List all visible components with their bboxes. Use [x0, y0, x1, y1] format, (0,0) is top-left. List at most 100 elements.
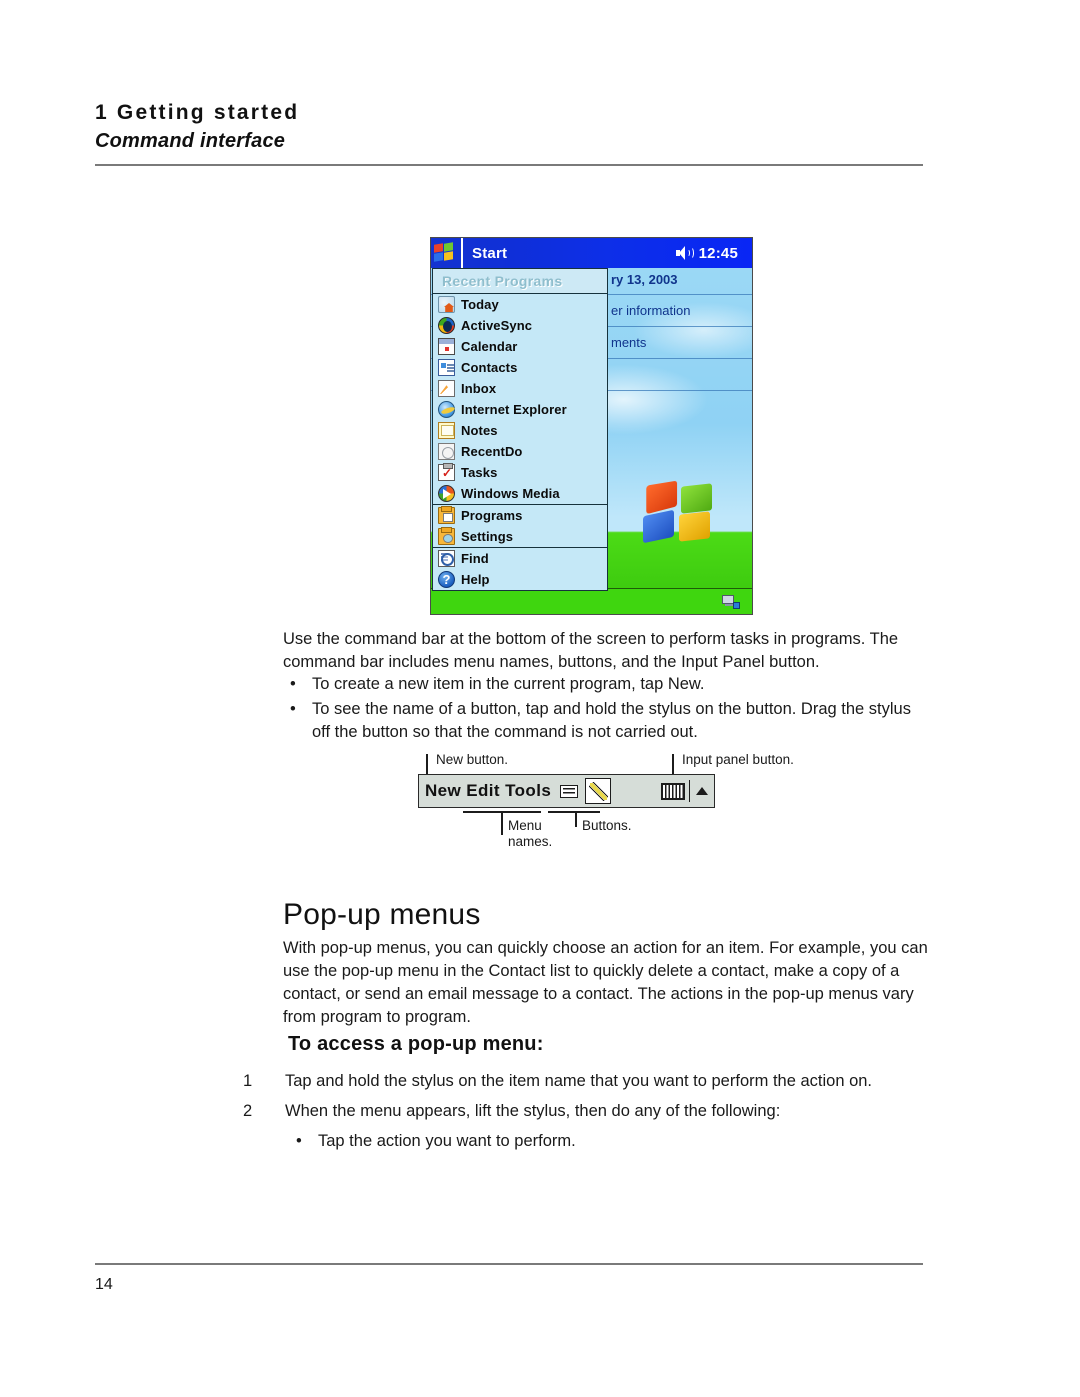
leader-line-buttons: [575, 811, 577, 827]
start-menu-item-notes[interactable]: Notes: [433, 420, 607, 441]
start-menu-item-windows-media[interactable]: Windows Media: [433, 483, 607, 504]
contacts-icon: [438, 359, 455, 376]
command-bar-menu-names[interactable]: New Edit Tools: [425, 781, 551, 801]
today-appointments-text: ments: [611, 335, 647, 350]
pda-taskbar: [431, 588, 752, 614]
start-menu-item-label: Notes: [461, 423, 498, 438]
recentdo-icon: [438, 443, 455, 460]
step-number: 1: [243, 1072, 253, 1090]
speaker-icon[interactable]: [675, 246, 694, 260]
command-bar-right-group: [660, 780, 715, 802]
page-number: 14: [95, 1276, 113, 1293]
command-bar-figure: New button. Input panel button. New Edit…: [415, 748, 794, 866]
bullet-marker: •: [296, 1132, 302, 1150]
start-menu-item-inbox[interactable]: Inbox: [433, 378, 607, 399]
pda-titlebar: Start 12:45: [431, 238, 752, 268]
chevron-up-icon[interactable]: [696, 787, 708, 795]
internet-explorer-icon: [438, 401, 455, 418]
list-item: • To create a new item in the current pr…: [290, 673, 930, 696]
start-menu-item-activesync[interactable]: ActiveSync: [433, 315, 607, 336]
start-menu-item-label: Inbox: [461, 381, 497, 396]
underline-buttons: [548, 811, 600, 813]
step-text: Tap and hold the stylus on the item name…: [285, 1072, 873, 1090]
windows-logo-icon[interactable]: [434, 242, 456, 263]
start-menu-item-label: ActiveSync: [461, 318, 533, 333]
today-owner-info-text: er information: [611, 303, 691, 318]
pen-highlighter-icon[interactable]: [585, 778, 612, 804]
start-menu-item-recentdo[interactable]: RecentDo: [433, 441, 607, 462]
bullet-marker: •: [290, 700, 296, 718]
keyboard-icon[interactable]: [660, 782, 685, 800]
activesync-icon: [438, 317, 455, 334]
start-menu-item-find[interactable]: Find: [433, 548, 607, 569]
command-bar-separator: [688, 780, 690, 802]
leader-line-menu-names: [501, 811, 503, 835]
start-menu-item-settings[interactable]: Settings: [433, 526, 607, 547]
today-date-text: ry 13, 2003: [611, 272, 678, 287]
clock-label[interactable]: 12:45: [699, 245, 738, 262]
connection-icon[interactable]: [722, 595, 740, 609]
callout-menu-names-line1: Menu: [508, 818, 542, 833]
windows-flag-icon: [643, 480, 713, 545]
callout-new-button: New button.: [436, 752, 509, 767]
page-title: Pop-up menus: [283, 898, 481, 931]
start-menu-item-calendar[interactable]: Calendar: [433, 336, 607, 357]
start-menu-item-label: Tasks: [461, 465, 498, 480]
step-text: When the menu appears, lift the stylus, …: [285, 1102, 781, 1120]
intro-bullet-list: • To create a new item in the current pr…: [290, 673, 930, 746]
start-menu-item-label: RecentDo: [461, 444, 523, 459]
start-menu-item-label: Today: [461, 297, 499, 312]
list-item: • Tap the action you want to perform.: [296, 1130, 943, 1153]
start-menu-header: Recent Programs: [433, 269, 607, 294]
popup-paragraph: With pop-up menus, you can quickly choos…: [283, 939, 928, 1026]
subsection-heading: To access a pop-up menu:: [288, 1033, 544, 1055]
start-menu-item-internet-explorer[interactable]: Internet Explorer: [433, 399, 607, 420]
step-number: 2: [243, 1102, 253, 1120]
header-divider: [95, 164, 923, 166]
soft-keyboard-small-icon[interactable]: [560, 784, 579, 798]
footer-divider: [95, 1263, 923, 1265]
pda-screenshot-figure: ry 13, 2003 er information ments Start 1…: [430, 237, 753, 615]
titlebar-separator: [461, 238, 463, 268]
steps-list: 1 Tap and hold the stylus on the item na…: [243, 1070, 943, 1153]
page-header: 1 Getting started Command interface: [95, 100, 923, 154]
start-menu-item-today[interactable]: Today: [433, 294, 607, 315]
start-menu-item-label: Find: [461, 551, 489, 566]
programs-folder-icon: [438, 506, 455, 524]
inbox-icon: [438, 380, 455, 397]
start-menu-item-label: Help: [461, 572, 490, 587]
start-menu-item-tasks[interactable]: Tasks: [433, 462, 607, 483]
start-menu-item-label: Contacts: [461, 360, 518, 375]
list-item: • To see the name of a button, tap and h…: [290, 698, 930, 744]
today-icon: [438, 296, 455, 313]
settings-folder-icon: [438, 527, 455, 545]
start-menu-popup: Recent Programs Today ActiveSync Calenda…: [432, 268, 608, 591]
bullet-text: To see the name of a button, tap and hol…: [312, 700, 911, 741]
notes-icon: [438, 422, 455, 439]
start-menu-item-label: Programs: [461, 508, 523, 523]
list-item: 2 When the menu appears, lift the stylus…: [243, 1100, 943, 1123]
start-menu-group-recent: Today ActiveSync Calendar Contacts Inbox…: [433, 294, 607, 505]
start-menu-group-system: Find Help: [433, 548, 607, 590]
callout-buttons: Buttons.: [582, 818, 632, 833]
command-bar: New Edit Tools: [418, 774, 715, 808]
callout-input-panel-button: Input panel button.: [682, 752, 794, 767]
start-menu-item-label: Calendar: [461, 339, 518, 354]
windows-media-icon: [438, 485, 455, 502]
tasks-icon: [438, 463, 455, 481]
start-menu-item-label: Settings: [461, 529, 514, 544]
help-icon: [438, 571, 455, 588]
start-menu-item-programs[interactable]: Programs: [433, 505, 607, 526]
calendar-icon: [438, 338, 455, 355]
start-menu-item-help[interactable]: Help: [433, 569, 607, 590]
callout-menu-names-line2: names.: [508, 834, 553, 849]
section-subtitle: Command interface: [95, 130, 286, 153]
intro-paragraph: Use the command bar at the bottom of the…: [283, 630, 899, 671]
start-menu-item-contacts[interactable]: Contacts: [433, 357, 607, 378]
start-button-label[interactable]: Start: [472, 245, 507, 262]
bullet-text: Tap the action you want to perform.: [318, 1132, 576, 1150]
find-icon: [438, 550, 455, 567]
list-item: 1 Tap and hold the stylus on the item na…: [243, 1070, 943, 1093]
start-menu-item-label: Windows Media: [461, 486, 560, 501]
titlebar-status-area: 12:45: [675, 245, 752, 262]
